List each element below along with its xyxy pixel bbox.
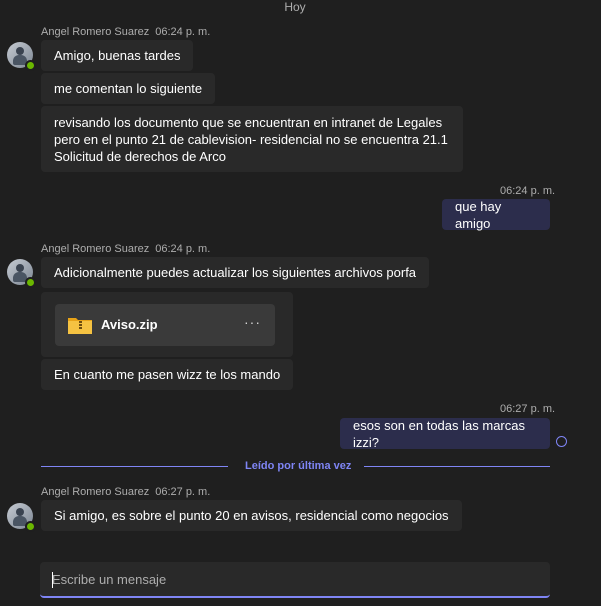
- avatar-head: [16, 508, 24, 516]
- file-attachment[interactable]: Aviso.zip ···: [55, 304, 275, 346]
- compose-box[interactable]: [40, 562, 550, 598]
- divider: [41, 466, 228, 467]
- avatar[interactable]: [7, 42, 36, 71]
- message-bubble[interactable]: revisando los documento que se encuentra…: [41, 106, 463, 172]
- sender-name: Angel Romero Suarez: [41, 243, 150, 255]
- avatar[interactable]: [7, 503, 36, 532]
- seen-check-icon: [556, 436, 567, 447]
- my-message-bubble[interactable]: que hay amigo: [442, 198, 550, 231]
- last-read-marker: Leído por última vez: [245, 460, 352, 472]
- avatar-head: [16, 47, 24, 55]
- timestamp: 06:24 p. m.: [500, 185, 556, 197]
- avatar-head: [16, 264, 24, 272]
- available-status-icon: [25, 521, 36, 532]
- timestamp: 06:24 p. m.: [155, 26, 211, 38]
- available-status-icon: [25, 60, 36, 71]
- timestamp: 06:24 p. m.: [155, 243, 211, 255]
- file-name: Aviso.zip: [101, 317, 158, 332]
- message-bubble[interactable]: me comentan lo siguiente: [41, 73, 216, 104]
- day-separator: Hoy: [284, 0, 306, 14]
- zip-folder-icon: [68, 318, 92, 334]
- timestamp: 06:27 p. m.: [155, 486, 211, 498]
- message-text: Adicionalmente puedes actualizar los sig…: [54, 265, 417, 280]
- more-options-icon[interactable]: ···: [244, 314, 261, 330]
- sender-name: Angel Romero Suarez: [41, 486, 150, 498]
- text-cursor: [52, 572, 53, 588]
- message-text: En cuanto me pasen wizz te los mando: [54, 367, 281, 382]
- message-text: me comentan lo siguiente: [54, 81, 203, 96]
- message-meta: Angel Romero Suarez 06:24 p. m.: [41, 26, 210, 38]
- message-text: Si amigo, es sobre el punto 20 en avisos…: [54, 508, 449, 523]
- timestamp: 06:27 p. m.: [500, 403, 556, 415]
- message-text: Amigo, buenas tardes: [54, 48, 181, 63]
- message-meta: Angel Romero Suarez 06:24 p. m.: [41, 243, 210, 255]
- message-meta: Angel Romero Suarez 06:27 p. m.: [41, 486, 210, 498]
- divider: [364, 466, 550, 467]
- message-bubble[interactable]: Amigo, buenas tardes: [41, 40, 194, 71]
- message-text: esos son en todas las marcas izzi?: [353, 417, 525, 450]
- message-text: que hay amigo: [455, 198, 502, 231]
- avatar[interactable]: [7, 259, 36, 288]
- available-status-icon: [25, 277, 36, 288]
- message-bubble[interactable]: Si amigo, es sobre el punto 20 en avisos…: [41, 500, 462, 531]
- message-input[interactable]: [40, 562, 550, 596]
- my-message-bubble[interactable]: esos son en todas las marcas izzi?: [340, 417, 550, 450]
- sender-name: Angel Romero Suarez: [41, 26, 150, 38]
- message-bubble[interactable]: En cuanto me pasen wizz te los mando: [41, 359, 294, 390]
- message-bubble[interactable]: Adicionalmente puedes actualizar los sig…: [41, 257, 430, 288]
- message-text: revisando los documento que se encuentra…: [54, 114, 448, 164]
